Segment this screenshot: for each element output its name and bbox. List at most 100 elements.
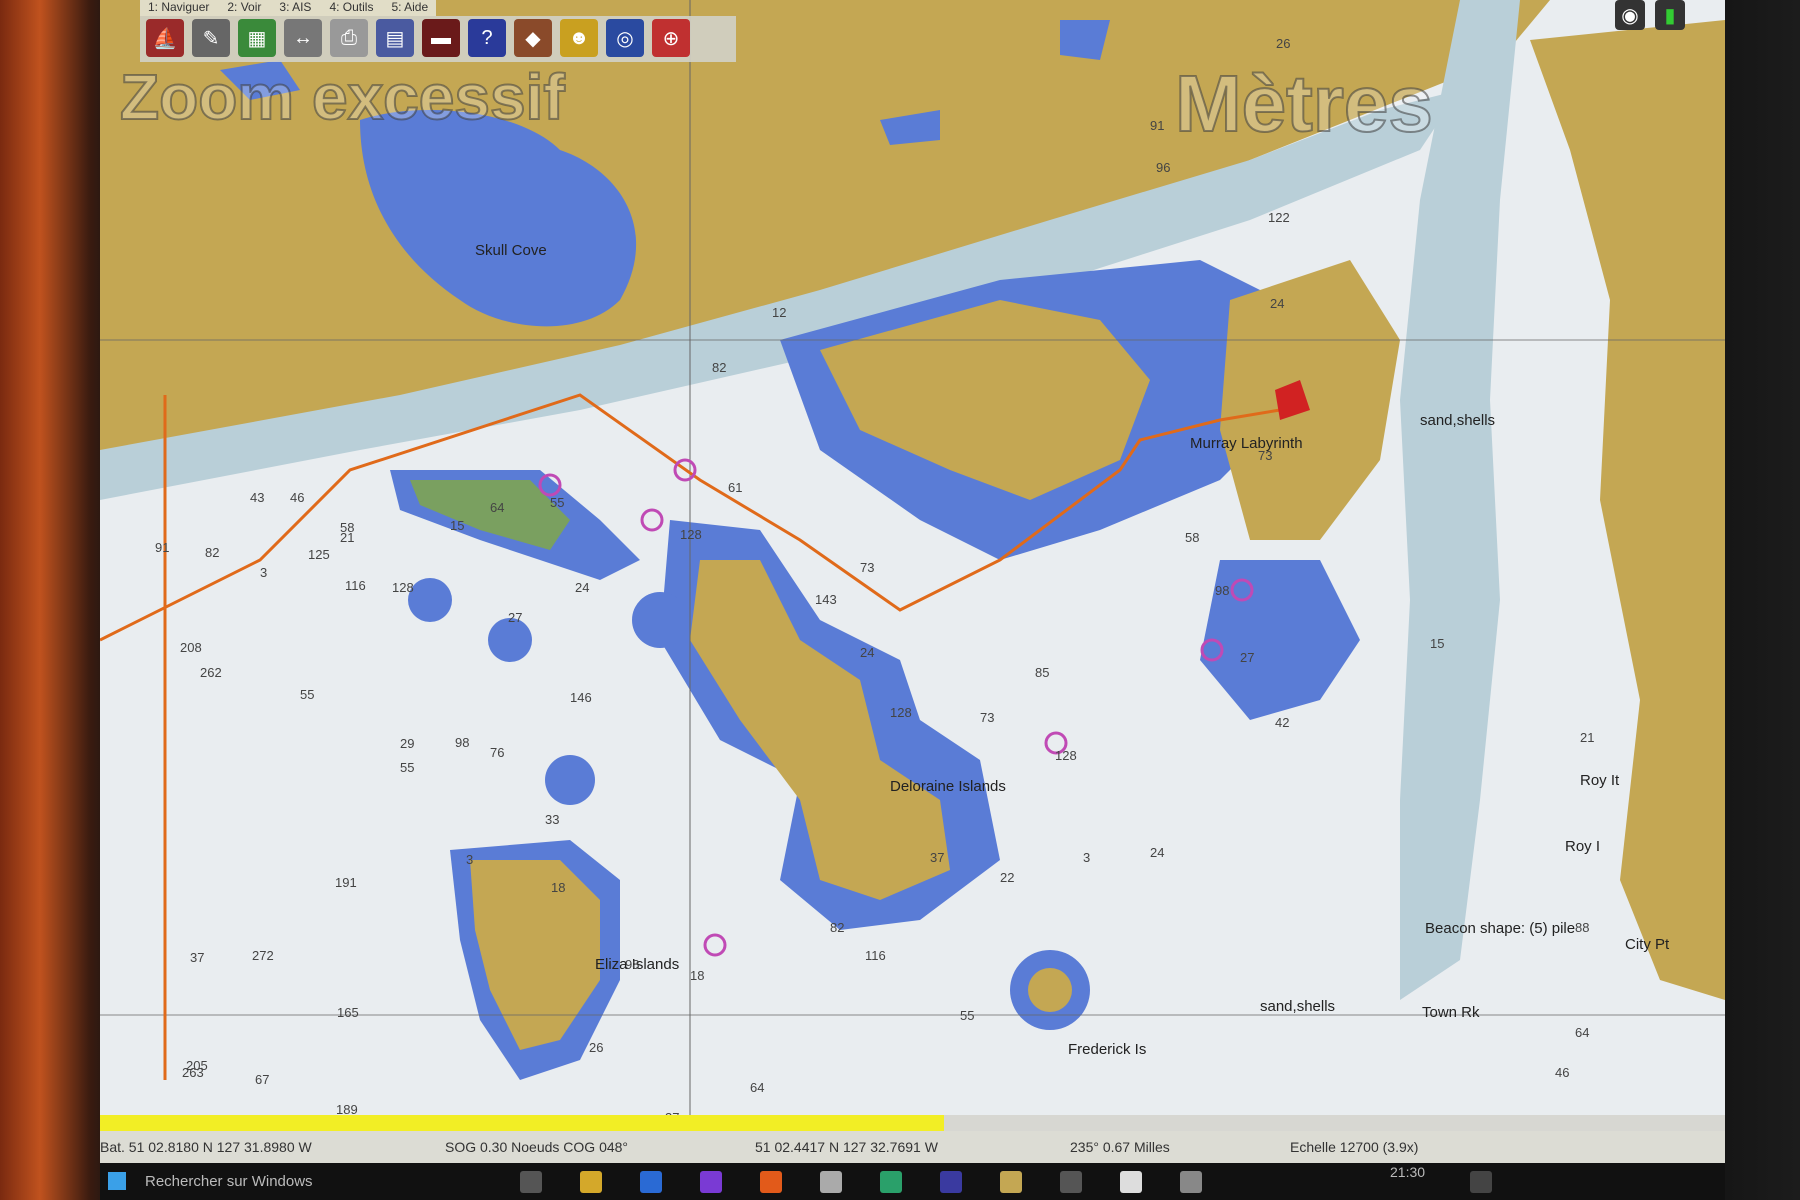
- chart-app-icon[interactable]: [1000, 1171, 1022, 1193]
- rock-shoal: [632, 592, 688, 648]
- depth-sounding: 37: [190, 950, 205, 965]
- depth-sounding: 82: [712, 360, 727, 375]
- pen-icon[interactable]: ✎: [192, 19, 230, 57]
- place-label: Town Rk: [1422, 1004, 1480, 1021]
- depth-sounding: 24: [575, 580, 590, 595]
- beacon-label: Beacon shape: (5) pile: [1425, 920, 1576, 937]
- captain-icon[interactable]: ☻: [560, 19, 598, 57]
- boat-icon[interactable]: ⛵: [146, 19, 184, 57]
- depth-sounding: 122: [1268, 210, 1290, 225]
- grid-icon[interactable]: ▤: [376, 19, 414, 57]
- rock-shoal: [408, 578, 452, 622]
- depth-sounding: 15: [1430, 636, 1445, 651]
- menu-outils[interactable]: 4: Outils: [329, 0, 373, 16]
- help-icon[interactable]: ?: [468, 19, 506, 57]
- depth-sounding: 125: [308, 547, 330, 562]
- compass-icon[interactable]: ◉: [1615, 0, 1645, 30]
- place-label: Skull Cove: [475, 242, 547, 259]
- sog-cog: SOG 0.30 Noeuds COG 048°: [445, 1139, 629, 1155]
- depth-sounding: 91: [1150, 118, 1165, 133]
- depth-sounding: 24: [860, 645, 875, 660]
- depth-sounding: 24: [1150, 845, 1165, 860]
- depth-sounding: 191: [335, 875, 357, 890]
- depth-sounding: 76: [490, 745, 505, 760]
- menu-ais[interactable]: 3: AIS: [279, 0, 311, 16]
- route-icon[interactable]: ↔: [284, 19, 322, 57]
- menu-aide[interactable]: 5: Aide: [391, 0, 428, 16]
- app-icon[interactable]: [940, 1171, 962, 1193]
- place-label: Deloraine Islands: [890, 778, 1006, 795]
- cursor-position: 51 02.4417 N 127 32.7691 W: [755, 1139, 938, 1155]
- depth-sounding: 42: [1275, 715, 1290, 730]
- chart-icon[interactable]: ▬: [422, 19, 460, 57]
- depth-sounding: 82: [830, 920, 845, 935]
- windows-start-icon[interactable]: [108, 1172, 126, 1190]
- units-label: Mètres: [1174, 58, 1434, 149]
- task-view-icon[interactable]: [520, 1171, 542, 1193]
- document-icon[interactable]: [1120, 1171, 1142, 1193]
- menu-bar: 1: Naviguer 2: Voir 3: AIS 4: Outils 5: …: [140, 0, 437, 16]
- depth-sounding: 3: [466, 852, 474, 867]
- depth-sounding: 98: [455, 735, 470, 750]
- depth-sounding: 46: [1555, 1065, 1570, 1080]
- depth-sounding: 98: [1215, 583, 1230, 598]
- app-icon[interactable]: [820, 1171, 842, 1193]
- depth-sounding: 61: [728, 480, 743, 495]
- depth-sounding: 29: [400, 736, 415, 751]
- depth-sounding: 27: [508, 610, 523, 625]
- depth-sounding: 128: [1055, 748, 1077, 763]
- depth-sounding: 58: [1185, 530, 1200, 545]
- depth-sounding: 73: [860, 560, 875, 575]
- clock: 21:30: [1390, 1164, 1426, 1180]
- toolbar: ⛵ ✎ ▦ ↔ ⎙ ▤ ▬ ? ◆ ☻ ◎ ⊕: [140, 16, 736, 62]
- app-icon[interactable]: [880, 1171, 902, 1193]
- app-icon[interactable]: [1180, 1171, 1202, 1193]
- windows-taskbar: Rechercher sur Windows 21:30: [100, 1163, 1725, 1200]
- depth-sounding: 64: [490, 500, 505, 515]
- layers-icon[interactable]: ▦: [238, 19, 276, 57]
- depth-sounding: 82: [205, 545, 220, 560]
- depth-sounding: 91: [155, 540, 170, 555]
- depth-sounding: 64: [1575, 1025, 1590, 1040]
- notification-icon[interactable]: [1470, 1171, 1492, 1193]
- globe-icon[interactable]: ◎: [606, 19, 644, 57]
- depth-sounding: 205: [186, 1058, 208, 1073]
- place-label: Roy I: [1565, 838, 1601, 855]
- depth-sounding: 128: [680, 527, 702, 542]
- depth-sounding: 55: [400, 760, 415, 775]
- nautical-chart[interactable]: [100, 0, 1725, 1120]
- depth-sounding: 3: [1083, 850, 1091, 865]
- menu-voir[interactable]: 2: Voir: [227, 0, 261, 16]
- chart-scale: Echelle 12700 (3.9x): [1290, 1139, 1419, 1155]
- screen: 1: Naviguer 2: Voir 3: AIS 4: Outils 5: …: [100, 0, 1725, 1200]
- depth-sounding: 27: [1240, 650, 1255, 665]
- print-icon[interactable]: ⎙: [330, 19, 368, 57]
- browser-icon[interactable]: [760, 1171, 782, 1193]
- depth-sounding: 55: [550, 495, 565, 510]
- menu-naviguer[interactable]: 1: Naviguer: [148, 0, 209, 16]
- outlook-icon[interactable]: [640, 1171, 662, 1193]
- depth-sounding: 88: [1575, 920, 1590, 935]
- depth-sounding: 37: [930, 850, 945, 865]
- depth-sounding: 73: [1258, 448, 1273, 463]
- lifebuoy-icon[interactable]: ⊕: [652, 19, 690, 57]
- depth-sounding: 55: [300, 687, 315, 702]
- app-icon[interactable]: [1060, 1171, 1082, 1193]
- place-label: Roy It: [1580, 772, 1620, 789]
- depth-sounding: 55: [960, 1008, 975, 1023]
- folder-icon[interactable]: [580, 1171, 602, 1193]
- depth-sounding: 67: [255, 1072, 270, 1087]
- onenote-icon[interactable]: [700, 1171, 722, 1193]
- depth-sounding: 22: [1000, 870, 1015, 885]
- place-label: Frederick Is: [1068, 1041, 1147, 1058]
- depth-sounding: 116: [865, 948, 886, 963]
- depth-sounding: 26: [589, 1040, 604, 1055]
- place-label: City Pt: [1625, 936, 1670, 953]
- boat-position: Bat. 51 02.8180 N 127 31.8980 W: [100, 1139, 312, 1155]
- progress-fill: [100, 1115, 945, 1131]
- frederick-island: [1028, 968, 1072, 1012]
- depth-sounding: 128: [890, 705, 912, 720]
- depth-sounding: 12: [772, 305, 787, 320]
- palette-icon[interactable]: ◆: [514, 19, 552, 57]
- taskbar-search[interactable]: Rechercher sur Windows: [145, 1173, 313, 1190]
